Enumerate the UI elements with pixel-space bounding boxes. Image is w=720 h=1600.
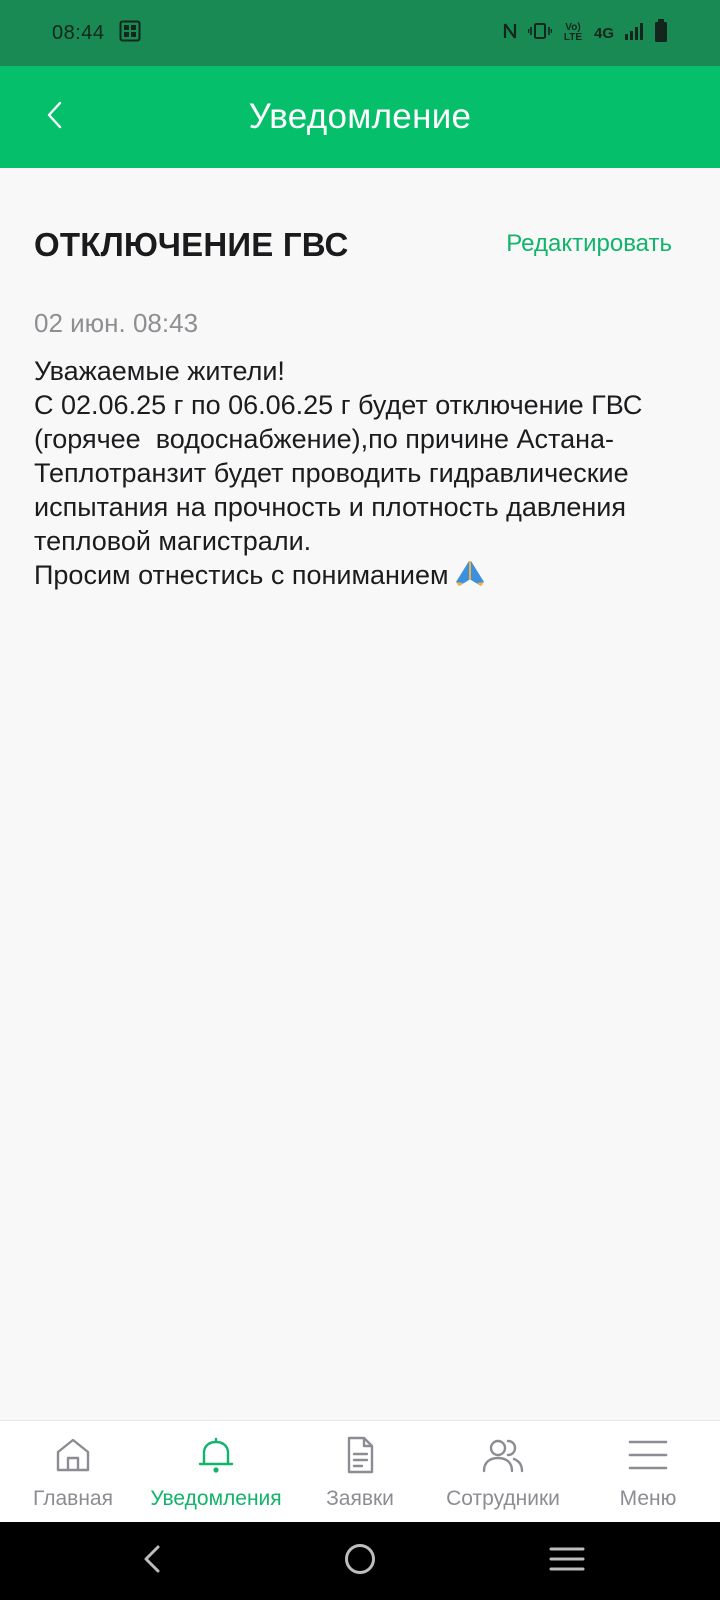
notification-title: ОТКЛЮЧЕНИЕ ГВС [34, 226, 349, 263]
notification-detail: ОТКЛЮЧЕНИЕ ГВС Редактировать 02 июн. 08:… [0, 168, 720, 1420]
sim-card-icon [119, 20, 141, 47]
document-icon [340, 1435, 380, 1480]
system-recents-icon [549, 1545, 585, 1578]
back-button[interactable] [30, 92, 80, 142]
volte-indicator: Vo) LTE [563, 22, 583, 43]
system-navigation-bar [0, 1522, 720, 1600]
system-back-icon [140, 1544, 164, 1579]
nav-label-notifications: Уведомления [150, 1487, 282, 1510]
network-type: 4G [593, 24, 614, 42]
status-time: 08:44 [52, 21, 105, 44]
nav-label-menu: Меню [619, 1487, 677, 1510]
nav-item-employees[interactable]: Сотрудники [428, 1421, 578, 1523]
system-back-button[interactable] [127, 1536, 177, 1586]
chevron-left-icon [45, 100, 65, 135]
vibrate-icon [527, 22, 553, 45]
system-home-button[interactable] [335, 1536, 385, 1586]
bottom-navigation: Главная Уведомления Заявки Сотрудники Ме… [0, 1420, 720, 1522]
nav-label-requests: Заявки [326, 1487, 394, 1510]
notification-text: Уважаемые жители! С 02.06.25 г по 06.06.… [34, 356, 643, 590]
users-icon [481, 1435, 525, 1480]
system-recents-button[interactable] [542, 1536, 592, 1586]
notification-date: 02 июн. 08:43 [34, 308, 199, 338]
edit-button[interactable]: Редактировать [506, 230, 672, 258]
system-home-icon [343, 1542, 377, 1581]
nav-item-menu[interactable]: Меню [598, 1421, 698, 1523]
page-title: Уведомление [248, 97, 472, 136]
nav-label-employees: Сотрудники [446, 1487, 560, 1510]
bell-icon [196, 1435, 236, 1480]
battery-icon [654, 18, 668, 48]
nfc-icon [502, 21, 518, 46]
menu-icon [627, 1437, 669, 1478]
nav-item-notifications[interactable]: Уведомления [138, 1421, 294, 1523]
notification-body: Уважаемые жители! С 02.06.25 г по 06.06.… [34, 354, 694, 596]
nav-item-home[interactable]: Главная [20, 1421, 126, 1523]
folded-hands-icon [453, 558, 487, 596]
signal-icon [624, 21, 644, 46]
app-bar: Уведомление [0, 66, 720, 168]
status-bar: 08:44 Vo) LTE 4G [0, 0, 720, 66]
nav-label-home: Главная [33, 1487, 113, 1510]
home-icon [53, 1435, 93, 1480]
nav-item-requests[interactable]: Заявки [310, 1421, 410, 1523]
